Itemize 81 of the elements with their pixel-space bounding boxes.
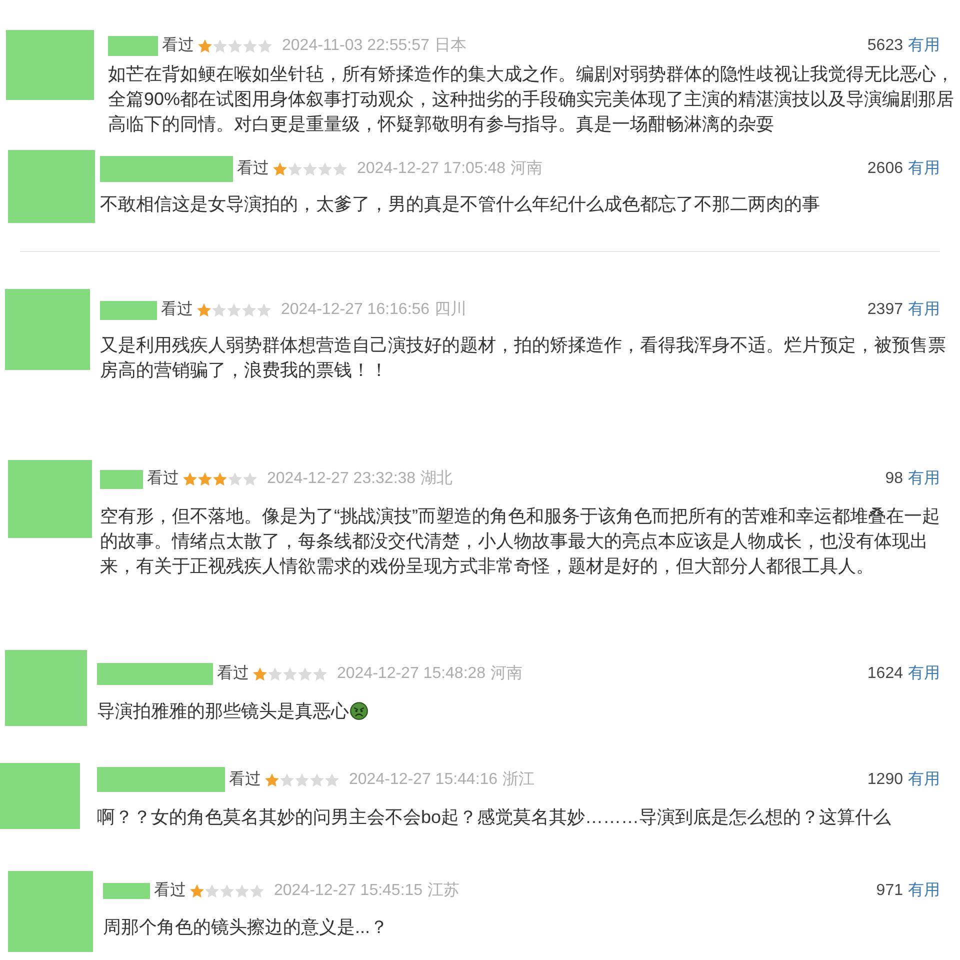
review-time: 2024-12-27 15:44:16 — [349, 770, 498, 790]
star-icon — [242, 303, 256, 317]
useful-vote-link[interactable]: 有用 — [908, 36, 940, 56]
star-icon — [243, 39, 257, 53]
review-text: 不敢相信这是女导演拍的，太爹了，男的真是不管什么年纪什么成色都忘了不那二两肉的事 — [100, 194, 820, 214]
useful-count: 2397 — [867, 300, 903, 320]
star-icon — [298, 667, 312, 681]
useful-vote-link[interactable]: 有用 — [908, 881, 940, 901]
useful-vote-link[interactable]: 有用 — [908, 664, 940, 684]
review-location: 日本 — [434, 36, 466, 56]
useful-vote-link[interactable]: 有用 — [908, 469, 940, 489]
username-redaction — [100, 300, 157, 320]
star-icon — [213, 39, 227, 53]
star-icon — [288, 162, 302, 176]
review-location: 浙江 — [502, 770, 535, 790]
star-icon — [198, 472, 212, 486]
star-icon — [273, 162, 287, 176]
star-icon — [212, 303, 226, 317]
star-icon — [213, 472, 227, 486]
review-location: 江苏 — [428, 881, 460, 901]
review-time: 2024-12-27 15:45:15 — [274, 881, 423, 901]
watched-label: 看过 — [147, 469, 179, 489]
star-icon — [280, 772, 294, 786]
review-text: 导演拍雅雅的那些镜头是真恶心 — [97, 701, 349, 721]
star-icon — [318, 162, 332, 176]
star-icon — [205, 884, 219, 898]
star-icon — [258, 39, 272, 53]
username-redaction — [103, 883, 150, 899]
star-icon — [235, 884, 249, 898]
useful-count: 98 — [885, 469, 903, 489]
star-icon — [243, 472, 257, 486]
review-time: 2024-12-27 16:16:56 — [281, 300, 430, 320]
star-icon — [295, 772, 309, 786]
useful-count: 1290 — [867, 770, 903, 790]
watched-label: 看过 — [162, 36, 194, 56]
review-location: 河南 — [510, 159, 543, 179]
star-icon — [257, 303, 271, 317]
watched-label: 看过 — [237, 159, 269, 179]
watched-label: 看过 — [229, 770, 261, 790]
review-text: 啊？？女的角色莫名其妙的问男主会不会bo起？感觉莫名其妙………导演到底是怎么想的？这算什么 — [97, 807, 892, 827]
review-time: 2024-12-27 17:05:48 — [357, 159, 506, 179]
star-icon — [268, 667, 282, 681]
watched-label: 看过 — [154, 881, 186, 901]
star-icon — [253, 667, 267, 681]
star-icon — [190, 884, 204, 898]
useful-count: 971 — [876, 881, 903, 901]
review-text: 空有形，但不落地。像是为了“挑战演技”而塑造的角色和服务于该角色而把所有的苦难和幸运都堆叠在一起的故事。情绪点太散了，每条线都没交代清楚，小人物故事最大的亮点本应该是人物成长，也没有体现出来，有关于正视残疾人情欲需求的戏份呈现方式非常奇怪，题材是好的，但大部分人都很工具人。 — [100, 506, 940, 576]
useful-count: 5623 — [867, 36, 903, 56]
useful-count: 1624 — [867, 664, 903, 684]
watched-label: 看过 — [161, 300, 193, 320]
username-redaction — [100, 470, 143, 488]
review-location: 河南 — [490, 664, 523, 684]
star-icon — [303, 162, 317, 176]
star-icon — [227, 303, 241, 317]
star-icon — [325, 772, 339, 786]
review-text: 又是利用残疾人弱势群体想营造自己演技好的题材，拍的矫揉造作，看得我浑身不适。烂片预定，被预售票房高的营销骗了，浪费我的票钱！！ — [100, 335, 946, 380]
star-icon — [265, 772, 279, 786]
review-location: 四川 — [434, 300, 467, 320]
star-icon — [333, 162, 347, 176]
star-icon — [313, 667, 327, 681]
review-text: 周那个角色的镜头擦边的意义是...？ — [103, 917, 388, 937]
star-icon — [283, 667, 297, 681]
useful-vote-link[interactable]: 有用 — [908, 300, 940, 320]
watched-label: 看过 — [217, 664, 249, 684]
review-time: 2024-11-03 22:55:57 — [282, 36, 430, 56]
review-time: 2024-12-27 15:48:28 — [337, 664, 486, 684]
star-icon — [250, 884, 264, 898]
star-icon — [198, 39, 212, 53]
review-text: 如芒在背如鲠在喉如坐针毡，所有矫揉造作的集大成之作。编剧对弱势群体的隐性歧视让我觉得无比恶心，全篇90%都在试图用身体叙事打动观众，这种拙劣的手段确实完美体现了主演的精湛演技以及导演编剧那居高临下的同情。对白更是重量级，怀疑郭敬明有参与指导。真是一场酣畅淋漓的杂耍 — [108, 64, 954, 134]
username-redaction — [108, 36, 158, 56]
useful-vote-link[interactable]: 有用 — [908, 159, 940, 179]
useful-count: 2606 — [867, 159, 903, 179]
star-icon — [228, 39, 242, 53]
star-icon — [310, 772, 324, 786]
review-location: 湖北 — [420, 469, 453, 489]
star-icon — [183, 472, 197, 486]
star-icon — [197, 303, 211, 317]
star-icon — [220, 884, 234, 898]
useful-vote-link[interactable]: 有用 — [908, 770, 940, 790]
review-time: 2024-12-27 23:32:38 — [267, 469, 416, 489]
star-icon — [228, 472, 242, 486]
